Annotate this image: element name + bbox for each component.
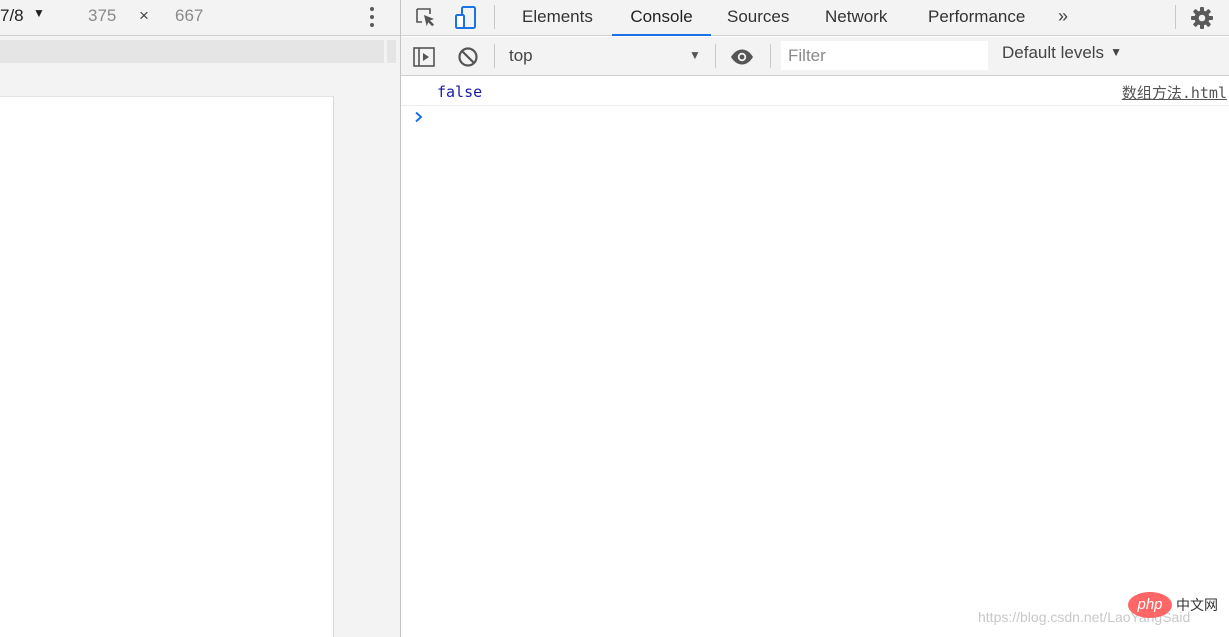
filter-input[interactable] [781, 41, 988, 70]
toolbar-separator [1175, 5, 1176, 29]
more-vertical-icon[interactable] [362, 4, 382, 30]
dimension-separator: × [139, 6, 149, 25]
main-tab-bar: Elements Console Sources Network Perform… [401, 0, 1229, 36]
php-logo: php [1128, 592, 1172, 618]
devtools-panel: Elements Console Sources Network Perform… [401, 0, 1229, 637]
device-toolbar: 7/8 ▼ 375 × 667 [0, 0, 400, 36]
context-select[interactable]: top ▼ [501, 42, 711, 70]
chevron-down-icon: ▼ [689, 48, 701, 62]
toolbar-separator [494, 5, 495, 29]
device-viewport[interactable] [0, 96, 334, 637]
console-message: false 数组方法.html [401, 77, 1229, 106]
php-logo-caption: 中文网 [1176, 597, 1218, 613]
console-messages[interactable]: false 数组方法.html [401, 77, 1229, 637]
sidebar-toggle-icon[interactable] [410, 43, 438, 71]
eye-icon[interactable] [728, 43, 756, 71]
device-pane: 7/8 ▼ 375 × 667 [0, 0, 400, 637]
tab-performance[interactable]: Performance [922, 0, 1031, 36]
message-value: false [437, 83, 483, 101]
height-input[interactable]: 667 [175, 6, 203, 26]
log-levels-select[interactable]: Default levels ▼ [1002, 43, 1122, 63]
device-select-caret-icon[interactable]: ▼ [33, 6, 45, 20]
gear-icon[interactable] [1188, 4, 1216, 32]
width-input[interactable]: 375 [88, 6, 116, 26]
console-toolbar: top ▼ Default levels ▼ [401, 37, 1229, 76]
chevron-down-icon: ▼ [1110, 45, 1122, 59]
toolbar-separator [770, 44, 771, 68]
media-query-ruler[interactable] [0, 40, 384, 63]
device-select[interactable]: 7/8 [0, 6, 24, 26]
tab-console[interactable]: Console [612, 0, 711, 36]
toolbar-separator [715, 44, 716, 68]
tab-sources[interactable]: Sources [721, 0, 795, 36]
tab-elements[interactable]: Elements [516, 0, 599, 36]
more-tabs-icon[interactable]: » [1058, 6, 1068, 27]
toolbar-separator [494, 44, 495, 68]
select-element-icon[interactable] [412, 4, 440, 32]
log-levels-label: Default levels [1002, 43, 1105, 62]
prompt-caret-icon[interactable] [412, 110, 426, 124]
context-value: top [509, 46, 533, 65]
ruler-resize-handle[interactable] [387, 40, 396, 63]
tab-network[interactable]: Network [819, 0, 893, 36]
message-source-link[interactable]: 数组方法.html [1122, 82, 1227, 103]
device-toolbar-icon[interactable] [452, 4, 480, 32]
clear-console-icon[interactable] [454, 43, 482, 71]
